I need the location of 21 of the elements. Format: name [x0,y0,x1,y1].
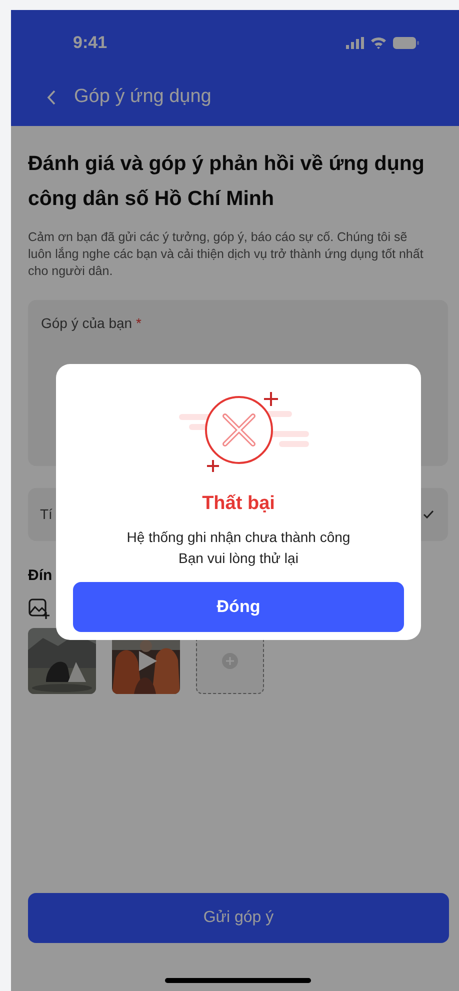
plus-icon [222,652,238,668]
submit-button[interactable]: Gửi góp ý [28,893,449,943]
status-time: 9:41 [73,32,108,54]
section-label: Đín [28,566,52,586]
wifi-icon [370,36,387,49]
battery-icon [393,36,419,48]
required-mark: * [136,315,142,331]
check-icon [423,510,434,519]
page-heading: Đánh giá và góp ý phản hồi về ứng dụng công dân số Hồ Chí Minh [28,151,426,212]
field-label: Góp ý của bạn [41,315,132,331]
dialog-title: Thất bại [202,492,275,516]
signal-icon [346,36,364,48]
field-label: Tí [40,505,52,524]
play-icon[interactable] [139,650,157,670]
dialog-message: Bạn vui lòng thử lại [178,548,300,568]
screen-title: Góp ý ứng dụng [74,85,212,110]
dialog-message: Hệ thống ghi nhận chưa thành công [126,528,350,547]
close-button[interactable]: Đóng [73,582,404,632]
back-icon[interactable] [47,90,56,105]
add-image-icon[interactable] [28,598,50,620]
description-text: Cảm ơn bạn đã gửi các ý tưởng, góp ý, báo cáo sự cố. Chúng tôi sẽ luôn lắng nghe các bạn và cải thiện dịch vụ trở thành ứng dụng tốt nhất cho người dân. [28,229,424,280]
